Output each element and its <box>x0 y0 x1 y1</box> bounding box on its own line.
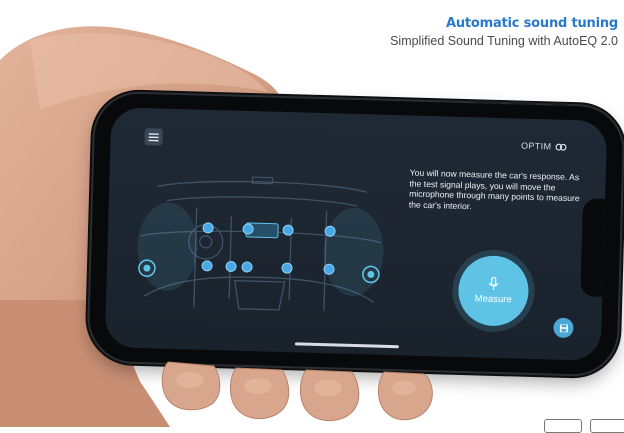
hand-front <box>0 0 624 427</box>
finger-4 <box>378 372 432 420</box>
